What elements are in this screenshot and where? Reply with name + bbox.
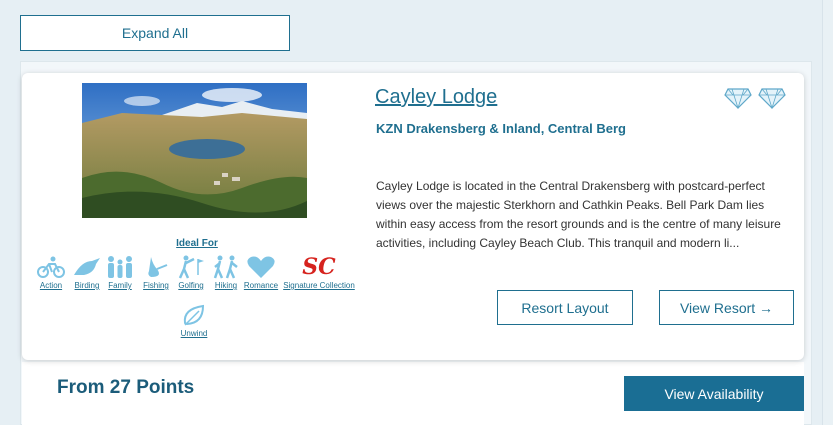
activity-golfing[interactable]: Golfing [174, 255, 208, 290]
view-resort-button[interactable]: View Resort → [659, 290, 794, 325]
hikers-icon [213, 255, 238, 279]
signature-collection-logo: SC [302, 254, 336, 280]
fish-icon [148, 257, 168, 277]
activity-action[interactable]: Action [34, 255, 68, 290]
diamond-rating-icon [724, 88, 752, 109]
activity-romance[interactable]: Romance [242, 255, 280, 290]
ideal-for-heading: Ideal For [176, 238, 218, 249]
expand-all-button[interactable]: Expand All [20, 15, 290, 51]
activity-label: Unwind [180, 329, 208, 338]
activity-label: Birding [74, 281, 100, 290]
activity-label: Action [39, 281, 63, 290]
activity-label: Romance [243, 281, 279, 290]
activity-fishing[interactable]: Fishing [139, 255, 173, 290]
cyclist-icon [37, 256, 65, 278]
activity-label: Family [108, 281, 132, 290]
family-icon [108, 256, 132, 278]
resort-layout-button[interactable]: Resort Layout [497, 290, 633, 325]
resort-card: Ideal For Action Birding Family Fishing [22, 73, 804, 360]
rating-badges [724, 87, 786, 109]
activity-label: Golfing [178, 281, 204, 290]
resort-photo[interactable] [82, 83, 307, 218]
resort-region: KZN Drakensberg & Inland, Central Berg [376, 121, 626, 136]
golfer-icon [178, 255, 204, 279]
leaf-icon [183, 304, 205, 326]
activity-signature-collection[interactable]: SC Signature Collection [282, 255, 356, 290]
view-availability-button[interactable]: View Availability [624, 376, 804, 411]
from-points-label: From 27 Points [57, 377, 195, 398]
heart-icon [247, 256, 275, 278]
bird-icon [74, 258, 100, 275]
activity-label: Signature Collection [283, 281, 355, 290]
activity-label: Hiking [214, 281, 238, 290]
diamond-rating-icon [758, 88, 786, 109]
activity-label: Fishing [143, 281, 169, 290]
resort-description: Cayley Lodge is located in the Central D… [376, 179, 781, 250]
activity-birding[interactable]: Birding [70, 255, 104, 290]
resort-title-link[interactable]: Cayley Lodge [375, 86, 497, 109]
activity-unwind[interactable]: Unwind [176, 303, 212, 338]
activity-family[interactable]: Family [104, 255, 136, 290]
activity-hiking[interactable]: Hiking [210, 255, 242, 290]
